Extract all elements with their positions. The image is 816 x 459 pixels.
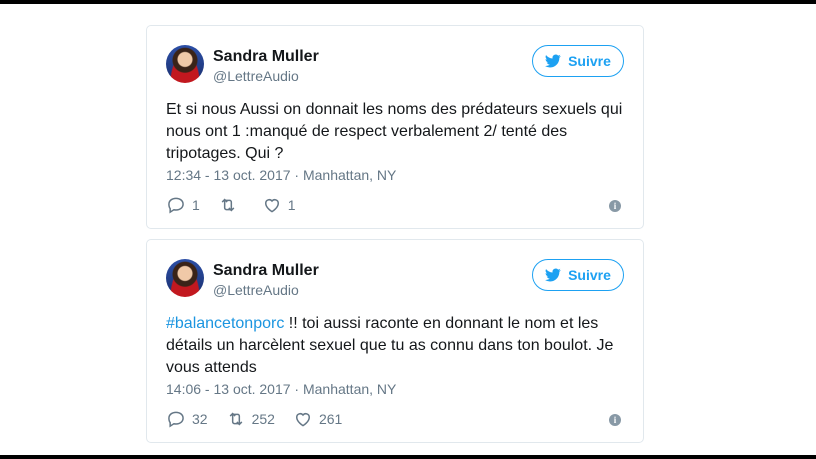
twitter-bird-icon	[545, 268, 561, 282]
reply-icon	[168, 411, 184, 428]
tweet-actions: 32 252 261	[166, 408, 360, 430]
tweet-timestamp[interactable]: 14:06 - 13 oct. 2017 · Manhattan, NY	[166, 381, 396, 397]
tweet-text: Et si nous Aussi on donnait les noms des…	[166, 99, 626, 165]
tweet-body: Et si nous Aussi on donnait les noms des…	[166, 101, 623, 162]
like-count: 261	[318, 411, 343, 427]
top-frame-border	[0, 0, 816, 4]
retweet-button[interactable]	[218, 195, 244, 215]
reply-icon	[168, 197, 184, 214]
hashtag-link[interactable]: #balancetonporc	[166, 315, 284, 332]
info-icon[interactable]: i	[609, 200, 621, 212]
like-button[interactable]: 1	[262, 195, 296, 215]
bottom-frame-border	[0, 455, 816, 459]
heart-icon	[264, 199, 279, 213]
reply-count: 32	[192, 411, 208, 427]
author-name[interactable]: Sandra Muller	[213, 48, 319, 66]
retweet-count: 252	[251, 411, 275, 427]
like-count: 1	[287, 197, 296, 213]
author-handle[interactable]: @LettreAudio	[213, 68, 299, 84]
author-handle[interactable]: @LettreAudio	[213, 282, 299, 298]
tweet-card: Sandra Muller @LettreAudio Suivre Et si …	[146, 25, 644, 229]
like-button[interactable]: 261	[293, 409, 342, 429]
follow-label: Suivre	[568, 267, 611, 283]
heart-icon	[295, 413, 310, 427]
tweet-text: #balancetonporc !! toi aussi raconte en …	[166, 313, 626, 379]
reply-count: 1	[192, 197, 200, 213]
tweet-actions: 1 1	[166, 194, 314, 216]
follow-button[interactable]: Suivre	[532, 259, 624, 291]
follow-button[interactable]: Suivre	[532, 45, 624, 77]
avatar[interactable]	[166, 259, 204, 297]
follow-label: Suivre	[568, 53, 611, 69]
tweet-timestamp[interactable]: 12:34 - 13 oct. 2017 · Manhattan, NY	[166, 167, 396, 183]
twitter-bird-icon	[545, 54, 561, 68]
tweet-card: Sandra Muller @LettreAudio Suivre #balan…	[146, 239, 644, 443]
retweet-button[interactable]: 252	[226, 409, 275, 429]
reply-button[interactable]: 1	[166, 195, 200, 215]
reply-button[interactable]: 32	[166, 409, 208, 429]
retweet-icon	[221, 198, 235, 212]
avatar[interactable]	[166, 45, 204, 83]
retweet-icon	[229, 412, 242, 426]
info-icon[interactable]: i	[609, 414, 621, 426]
author-name[interactable]: Sandra Muller	[213, 262, 319, 280]
